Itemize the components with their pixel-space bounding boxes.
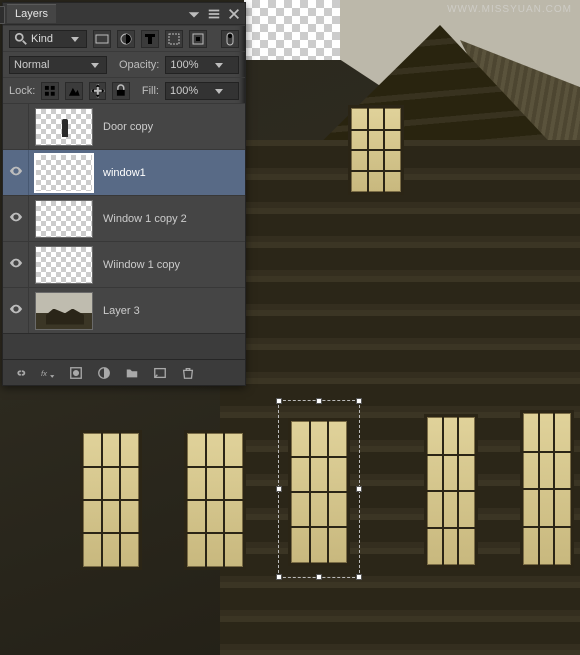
layer-row[interactable]: Window 1 copy 2 [3,195,245,241]
eye-icon [9,164,23,181]
svg-text:fx: fx [41,368,48,377]
house-window-5 [520,410,574,568]
visibility-toggle[interactable] [3,242,29,287]
lock-label: Lock: [9,85,35,97]
filter-smartobject-icon[interactable] [189,30,207,48]
layers-panel: Layers Normal Opacity: 100% [2,2,246,386]
fill-field[interactable]: 100% [165,82,239,100]
transform-handle[interactable] [356,574,362,580]
panel-dropdown-icon[interactable] [187,7,201,21]
visibility-toggle[interactable] [3,196,29,241]
opacity-field[interactable]: 100% [165,56,239,74]
transform-handle[interactable] [276,574,282,580]
filter-pixel-icon[interactable] [93,30,111,48]
layer-thumbnail[interactable] [35,246,93,284]
layer-name[interactable]: Layer 3 [99,305,245,317]
lock-row: Lock: Fill: 100% [3,77,245,103]
transform-handle[interactable] [276,398,282,404]
layer-filter-row [3,25,245,51]
search-icon [14,32,28,46]
transform-handle[interactable] [276,486,282,492]
panel-titlebar: Layers [3,3,245,25]
filter-adjustment-icon[interactable] [117,30,135,48]
filter-type-icon[interactable] [141,30,159,48]
layer-row[interactable]: Layer 3 [3,287,245,333]
eye-icon [9,302,23,319]
link-layers-icon[interactable] [13,366,27,380]
watermark-text: WWW.MISSYUAN.COM [447,4,572,15]
house-window-attic [348,105,404,195]
layer-thumbnail[interactable] [35,200,93,238]
layer-name[interactable]: Door copy [99,121,245,133]
eye-icon [9,210,23,227]
transform-handle[interactable] [356,398,362,404]
trash-icon[interactable] [181,366,195,380]
house-window-2 [184,430,246,570]
blend-row: Normal Opacity: 100% [3,51,245,77]
lock-transparent-icon[interactable] [41,82,59,100]
house-window-4 [424,414,478,568]
adjustment-layer-icon[interactable] [97,366,111,380]
new-layer-icon[interactable] [153,366,167,380]
lock-image-icon[interactable] [65,82,83,100]
group-icon[interactable] [125,366,139,380]
layer-name[interactable]: Wiindow 1 copy [99,259,245,271]
opacity-value: 100% [170,59,200,71]
visibility-toggle[interactable] [3,288,29,333]
panel-footer: fx [3,359,245,385]
filter-toggle-switch[interactable] [221,30,239,48]
blend-mode-select[interactable]: Normal [9,56,107,74]
filter-shape-icon[interactable] [165,30,183,48]
chevron-down-icon [204,58,234,72]
layer-name[interactable]: window1 [99,167,245,179]
lock-all-icon[interactable] [112,82,130,100]
transform-handle[interactable] [316,398,322,404]
visibility-toggle[interactable] [3,104,29,149]
fill-value: 100% [170,85,200,97]
fill-label: Fill: [142,85,159,97]
panel-close-icon[interactable] [227,7,241,21]
layer-filter-input[interactable] [31,33,65,45]
fx-icon[interactable]: fx [41,366,55,380]
chevron-down-icon [204,84,234,98]
blend-mode-value: Normal [14,59,49,71]
panel-menu-icon[interactable] [207,7,221,21]
transform-handle[interactable] [316,574,322,580]
chevron-down-icon [88,58,102,72]
layer-row[interactable]: window1 [3,149,245,195]
lock-position-icon[interactable] [89,82,107,100]
layer-thumbnail[interactable] [35,292,93,330]
visibility-toggle[interactable] [3,150,29,195]
transform-handle[interactable] [356,486,362,492]
opacity-label: Opacity: [119,59,159,71]
layers-list: Door copy window1 Window 1 copy 2 Wiindo… [3,103,245,333]
eye-icon [9,256,23,273]
panel-empty-area [3,333,245,359]
free-transform-bounds[interactable] [278,400,360,578]
layer-filter-kind[interactable] [9,30,87,48]
panel-tab-layers[interactable]: Layers [7,4,56,23]
mask-icon[interactable] [69,366,83,380]
house-window-1 [80,430,142,570]
house-wall [220,140,580,655]
layer-row[interactable]: Wiindow 1 copy [3,241,245,287]
layer-row[interactable]: Door copy [3,103,245,149]
panel-collapse-grip[interactable] [0,6,5,24]
layer-name[interactable]: Window 1 copy 2 [99,213,245,225]
layer-thumbnail[interactable] [35,108,93,146]
chevron-down-icon[interactable] [68,32,82,46]
layer-thumbnail[interactable] [35,154,93,192]
